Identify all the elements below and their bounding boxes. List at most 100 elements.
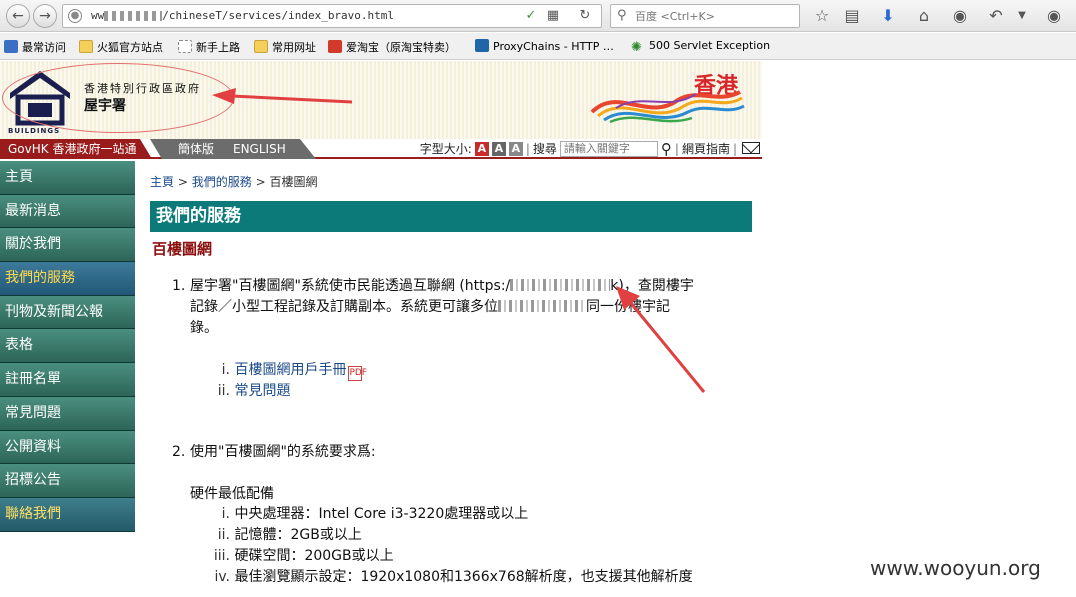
hardware-memory: 記憶體：2GB或以上 bbox=[234, 527, 362, 543]
item1-line2-b: 同一份樓宇記 bbox=[586, 299, 670, 315]
font-size-label: 字型大小: bbox=[419, 142, 472, 156]
item-number: 2. bbox=[172, 444, 186, 460]
sidebar-item-news[interactable]: 最新消息 bbox=[0, 194, 135, 229]
forward-button[interactable]: → bbox=[33, 4, 57, 28]
list-number: iv. bbox=[214, 569, 230, 585]
bookmark-most-visited[interactable]: 最常访问 bbox=[4, 39, 66, 55]
page-subtitle: 百樓圖網 bbox=[152, 240, 213, 258]
lang-simplified-link[interactable]: 簡体版 bbox=[178, 139, 214, 159]
dragon-brand-icon bbox=[590, 90, 745, 124]
download-icon[interactable]: ⬇ bbox=[877, 5, 899, 27]
bookmark-common-urls[interactable]: 常用网址 bbox=[254, 39, 316, 55]
divider: | bbox=[525, 142, 530, 156]
taobao-icon bbox=[328, 40, 342, 53]
pdf-icon[interactable]: PDF bbox=[348, 366, 367, 381]
breadcrumb-home-link[interactable]: 主頁 bbox=[150, 175, 174, 189]
item1-line3: 錄。 bbox=[190, 320, 218, 336]
reading-list-icon[interactable]: ▤ bbox=[841, 5, 863, 27]
item2-paragraph: 使用"百樓圖網"的系統要求爲: bbox=[190, 444, 376, 460]
sidebar-item-publications[interactable]: 刊物及新聞公報 bbox=[0, 295, 135, 330]
govhk-link[interactable]: GovHK 香港政府一站通 bbox=[0, 139, 152, 159]
section-title: 我們的服務 bbox=[150, 201, 752, 232]
folder-icon bbox=[79, 40, 93, 53]
proxy-icon bbox=[475, 39, 489, 52]
search-icon[interactable]: ⚲ bbox=[661, 139, 672, 159]
list-item: ii. 記憶體：2GB或以上 bbox=[212, 525, 362, 546]
item1-line2-a: 記錄／小型工程記錄及訂購副本。系統更可讓多位 bbox=[190, 299, 498, 315]
browser-toolbar: ← → ● ww/chineseT/services/index_bravo.h… bbox=[0, 0, 1076, 32]
list-item: iv. 最佳瀏覽顯示設定：1920x1080和1366x768解析度，也支援其他… bbox=[212, 567, 692, 588]
sidebar-item-tenders[interactable]: 招標公告 bbox=[0, 464, 135, 498]
shield-icon[interactable]: ✓ bbox=[523, 8, 539, 24]
item1-text-a: 屋宇署"百樓圖網"系統使市民能透過互聯網 (https:/ bbox=[190, 278, 511, 294]
redacted-text bbox=[498, 300, 586, 312]
language-bar: 簡体版 ENGLISH bbox=[150, 139, 316, 159]
breadcrumb: 主頁 > 我們的服務 > 百樓圖網 bbox=[150, 173, 317, 190]
gear-icon: ✺ bbox=[631, 40, 642, 55]
sidebar-item-contact[interactable]: 聯絡我們 bbox=[0, 497, 135, 532]
bookmark-getting-started[interactable]: 新手上路 bbox=[178, 39, 240, 55]
list-number: iii. bbox=[213, 548, 230, 564]
breadcrumb-separator: > bbox=[177, 175, 188, 189]
divider: | bbox=[674, 142, 679, 156]
font-medium-button[interactable]: A bbox=[491, 142, 506, 156]
list-item: ii. 常見問題 bbox=[212, 381, 291, 402]
hardware-disk: 硬碟空間：200GB或以上 bbox=[234, 548, 394, 564]
breadcrumb-separator: > bbox=[255, 175, 266, 189]
chevron-down-icon[interactable]: ▼ bbox=[1011, 5, 1033, 27]
mail-icon[interactable] bbox=[742, 142, 760, 154]
bookmark-icon bbox=[4, 40, 18, 53]
sitemap-link[interactable]: 網頁指南 bbox=[682, 142, 730, 156]
bookmark-firefox-site[interactable]: 火狐官方站点 bbox=[79, 39, 163, 55]
sidebar-item-forms[interactable]: 表格 bbox=[0, 329, 135, 364]
item-number: 1. bbox=[172, 278, 186, 294]
browser-search-input[interactable] bbox=[635, 8, 795, 24]
redacted-url bbox=[510, 279, 611, 291]
folder-icon bbox=[254, 40, 268, 53]
hardware-cpu: 中央處理器：Intel Core i3-3220處理器或以上 bbox=[234, 506, 529, 522]
top-navigation: GovHK 香港政府一站通 簡体版 ENGLISH 字型大小:AAA|搜尋⚲|網… bbox=[0, 139, 762, 159]
user-manual-link[interactable]: 百樓圖網用戶手冊 bbox=[234, 362, 346, 378]
bookmark-ai-taobao[interactable]: 爱淘宝（原淘宝特卖） bbox=[328, 39, 456, 55]
divider: | bbox=[732, 142, 737, 156]
home-icon[interactable]: ⌂ bbox=[913, 5, 935, 27]
sidebar-item-services[interactable]: 我們的服務 bbox=[0, 262, 135, 296]
url-bar[interactable]: ● ww/chineseT/services/index_bravo.html … bbox=[62, 4, 602, 28]
undo-icon[interactable]: ↶ bbox=[985, 5, 1007, 27]
bookmark-proxychains[interactable]: ProxyChains - HTTP … bbox=[475, 39, 614, 53]
faq-link[interactable]: 常見問題 bbox=[234, 383, 290, 399]
sidebar-item-registers[interactable]: 註冊名單 bbox=[0, 363, 135, 397]
site-search-input[interactable] bbox=[559, 140, 658, 157]
chat-icon[interactable]: ◉ bbox=[949, 5, 971, 27]
list-number: i. bbox=[221, 362, 230, 378]
qr-code-icon[interactable]: ▦ bbox=[545, 8, 561, 24]
bookmark-servlet-exception[interactable]: ✺ 500 Servlet Exception bbox=[631, 39, 770, 54]
back-button[interactable]: ← bbox=[6, 4, 30, 28]
list-number: ii. bbox=[217, 527, 230, 543]
breadcrumb-services-link[interactable]: 我們的服務 bbox=[192, 175, 252, 189]
url-text: ww/chineseT/services/index_bravo.html bbox=[91, 9, 395, 22]
browser-search-bar[interactable]: ⚲ bbox=[610, 4, 800, 28]
bookmark-star-icon[interactable]: ☆ bbox=[811, 5, 833, 27]
logo-text: BUILDINGS bbox=[8, 127, 61, 135]
item1-paragraph: 屋宇署"百樓圖網"系統使市民能透過互聯網 (https:/ k)，查閱樓宇 記錄／… bbox=[190, 276, 750, 339]
font-small-button[interactable]: A bbox=[474, 142, 489, 156]
list-number: ii. bbox=[217, 383, 230, 399]
sidebar-item-about[interactable]: 關於我們 bbox=[0, 228, 135, 263]
page-icon bbox=[178, 40, 192, 53]
list-number: i. bbox=[221, 506, 230, 522]
font-large-button[interactable]: A bbox=[508, 142, 523, 156]
menu-globe-icon[interactable]: ◉ bbox=[1043, 5, 1065, 27]
sidebar-menu: 主頁 最新消息 關於我們 我們的服務 刊物及新聞公報 表格 註冊名單 常見問題 … bbox=[0, 161, 135, 532]
watermark: www.wooyun.org bbox=[870, 556, 1041, 580]
sidebar-item-public-info[interactable]: 公開資料 bbox=[0, 430, 135, 465]
globe-icon: ● bbox=[68, 9, 82, 23]
sidebar-item-home[interactable]: 主頁 bbox=[0, 161, 135, 195]
search-icon: ⚲ bbox=[617, 8, 627, 23]
reload-icon[interactable]: ↻ bbox=[577, 8, 593, 24]
sidebar-item-faq[interactable]: 常見問題 bbox=[0, 396, 135, 431]
lang-english-link[interactable]: ENGLISH bbox=[233, 139, 286, 159]
annotation-ellipse bbox=[2, 63, 234, 133]
item1-text-b: k)，查閱樓宇 bbox=[610, 278, 694, 294]
list-item: iii. 硬碟空間：200GB或以上 bbox=[212, 546, 394, 567]
